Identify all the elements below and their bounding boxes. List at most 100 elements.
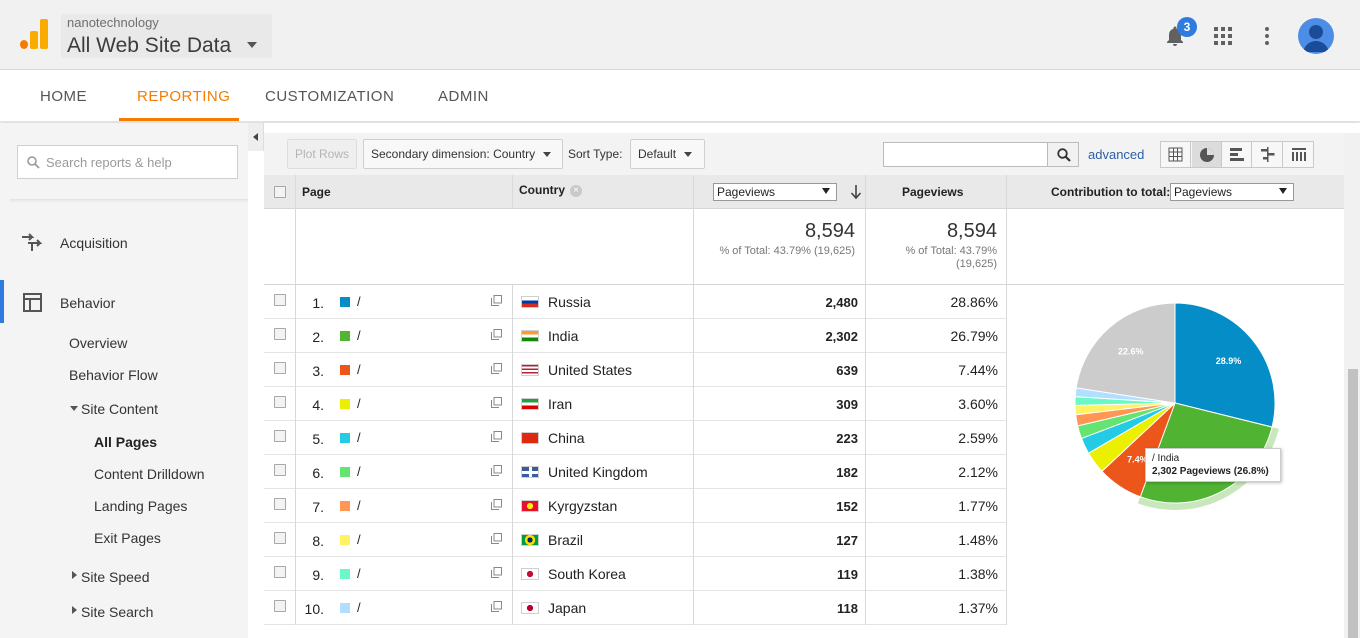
sidebar-item-overview[interactable]: Overview (69, 335, 127, 351)
advanced-link[interactable]: advanced (1088, 147, 1144, 162)
sidebar-item-site-content[interactable]: Site Content (81, 401, 158, 417)
row-number: 6. (312, 465, 324, 481)
avatar[interactable] (1298, 18, 1334, 54)
total-pageviews-2: 8,594 (946, 220, 997, 242)
sort-type-select[interactable]: Default (630, 139, 705, 169)
header-country[interactable]: Country (519, 183, 565, 197)
country-name[interactable]: India (548, 328, 578, 344)
performance-view-button[interactable] (1222, 142, 1252, 167)
main-nav: HOME REPORTING CUSTOMIZATION ADMIN (0, 70, 1360, 122)
country-name[interactable]: Brazil (548, 532, 583, 548)
sidebar-item-site-speed[interactable]: Site Speed (81, 569, 150, 585)
page-path-link[interactable]: / (357, 396, 361, 411)
row-checkbox[interactable] (274, 600, 286, 612)
page-path-link[interactable]: / (357, 532, 361, 547)
country-name[interactable]: Iran (548, 396, 572, 412)
country-name[interactable]: Kyrgyzstan (548, 498, 617, 514)
table-row[interactable]: 2. / India 2,302 26.79% (264, 319, 1007, 353)
sort-descending-icon[interactable] (850, 184, 862, 200)
open-link-icon[interactable] (491, 601, 502, 612)
apps-grid-icon[interactable] (1211, 24, 1235, 48)
table-view-button[interactable] (1161, 142, 1191, 167)
table-filter-input[interactable] (883, 142, 1048, 167)
open-link-icon[interactable] (491, 329, 502, 340)
contribution-select[interactable]: Pageviews (1170, 183, 1294, 201)
search-input[interactable]: Search reports & help (17, 145, 238, 179)
country-name[interactable]: United States (548, 362, 632, 378)
country-name[interactable]: South Korea (548, 566, 626, 582)
flag-icon (521, 534, 539, 546)
pivot-view-button[interactable] (1284, 142, 1314, 167)
sidebar-item-content-drilldown[interactable]: Content Drilldown (94, 466, 205, 482)
page-path-link[interactable]: / (357, 464, 361, 479)
row-checkbox[interactable] (274, 430, 286, 442)
divider (295, 353, 296, 387)
table-row[interactable]: 10. / Japan 118 1.37% (264, 591, 1007, 625)
row-checkbox[interactable] (274, 498, 286, 510)
header-page[interactable]: Page (302, 185, 331, 199)
table-row[interactable]: 5. / China 223 2.59% (264, 421, 1007, 455)
row-checkbox[interactable] (274, 328, 286, 340)
pie-view-button[interactable] (1192, 142, 1222, 167)
country-name[interactable]: United Kingdom (548, 464, 648, 480)
table-row[interactable]: 6. / United Kingdom 182 2.12% (264, 455, 1007, 489)
page-path-link[interactable]: / (357, 294, 361, 309)
scrollbar-thumb[interactable] (1348, 369, 1358, 638)
analytics-logo-icon[interactable] (20, 19, 48, 49)
tab-admin[interactable]: ADMIN (438, 88, 489, 105)
table-row[interactable]: 9. / South Korea 119 1.38% (264, 557, 1007, 591)
row-checkbox[interactable] (274, 294, 286, 306)
select-all-checkbox[interactable] (274, 186, 286, 198)
header-pageviews[interactable]: Pageviews (902, 185, 963, 199)
plot-rows-button[interactable]: Plot Rows (287, 139, 358, 169)
open-link-icon[interactable] (491, 295, 502, 306)
scrollbar[interactable] (1344, 133, 1360, 638)
sidebar-item-all-pages[interactable]: All Pages (94, 434, 157, 450)
more-vert-icon[interactable] (1255, 24, 1279, 48)
row-checkbox[interactable] (274, 362, 286, 374)
open-link-icon[interactable] (491, 363, 502, 374)
metric-select[interactable]: Pageviews (713, 183, 837, 201)
page-path-link[interactable]: / (357, 430, 361, 445)
open-link-icon[interactable] (491, 567, 502, 578)
sidebar-item-site-search[interactable]: Site Search (81, 604, 153, 620)
open-link-icon[interactable] (491, 465, 502, 476)
table-row[interactable]: 3. / United States 639 7.44% (264, 353, 1007, 387)
country-name[interactable]: Russia (548, 294, 591, 310)
row-checkbox[interactable] (274, 464, 286, 476)
sidebar-item-behavior[interactable]: Behavior (60, 295, 115, 311)
row-checkbox[interactable] (274, 532, 286, 544)
open-link-icon[interactable] (491, 533, 502, 544)
table-row[interactable]: 8. / Brazil 127 1.48% (264, 523, 1007, 557)
table-search-button[interactable] (1047, 142, 1079, 167)
page-path-link[interactable]: / (357, 328, 361, 343)
page-path-link[interactable]: / (357, 362, 361, 377)
row-checkbox[interactable] (274, 566, 286, 578)
table-row[interactable]: 7. / Kyrgyzstan 152 1.77% (264, 489, 1007, 523)
comparison-view-button[interactable] (1253, 142, 1283, 167)
row-number: 8. (312, 533, 324, 549)
collapse-sidebar-button[interactable] (248, 123, 264, 151)
secondary-dimension-select[interactable]: Secondary dimension: Country (363, 139, 563, 169)
table-row[interactable]: 1. / Russia 2,480 28.86% (264, 285, 1007, 319)
account-selector[interactable]: nanotechnology All Web Site Data (61, 14, 272, 58)
tab-reporting[interactable]: REPORTING (137, 88, 230, 105)
open-link-icon[interactable] (491, 397, 502, 408)
country-name[interactable]: China (548, 430, 585, 446)
tab-home[interactable]: HOME (40, 88, 87, 105)
remove-dimension-icon[interactable]: × (570, 185, 582, 197)
table-row[interactable]: 4. / Iran 309 3.60% (264, 387, 1007, 421)
sidebar-item-landing-pages[interactable]: Landing Pages (94, 498, 187, 514)
row-checkbox[interactable] (274, 396, 286, 408)
caret-down-icon (543, 152, 552, 158)
open-link-icon[interactable] (491, 431, 502, 442)
page-path-link[interactable]: / (357, 566, 361, 581)
sidebar-item-acquisition[interactable]: Acquisition (60, 235, 128, 251)
sidebar-item-behavior-flow[interactable]: Behavior Flow (69, 367, 158, 383)
page-path-link[interactable]: / (357, 498, 361, 513)
page-path-link[interactable]: / (357, 600, 361, 615)
open-link-icon[interactable] (491, 499, 502, 510)
country-name[interactable]: Japan (548, 600, 586, 616)
sidebar-item-exit-pages[interactable]: Exit Pages (94, 530, 161, 546)
tab-customization[interactable]: CUSTOMIZATION (265, 88, 394, 105)
